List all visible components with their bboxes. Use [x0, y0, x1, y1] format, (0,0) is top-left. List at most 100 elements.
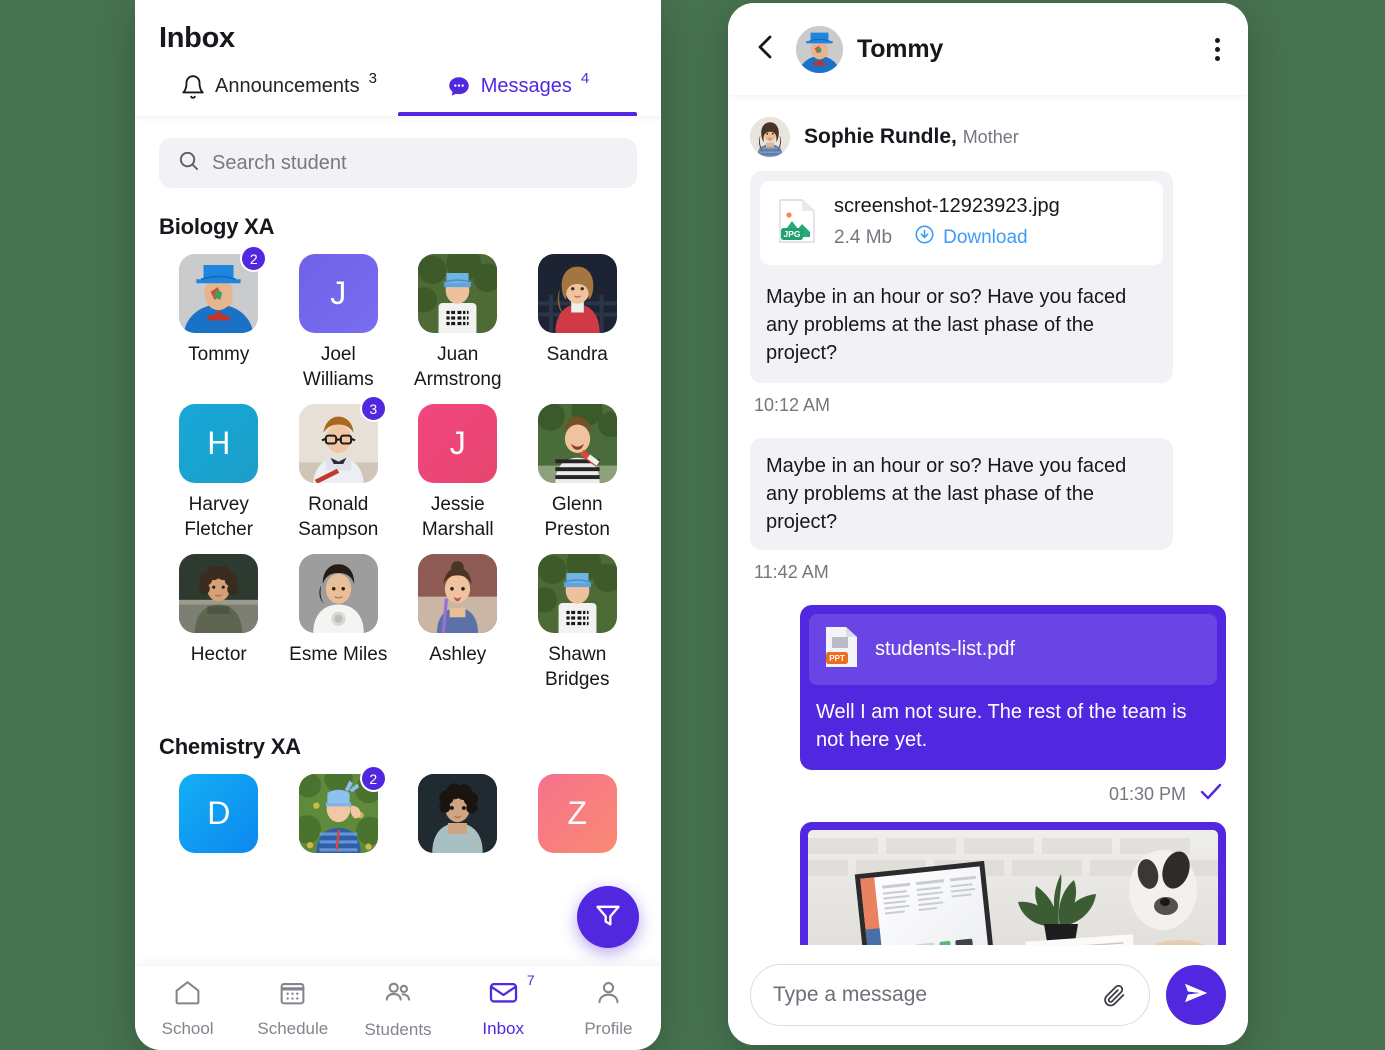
people-icon — [383, 977, 414, 1013]
chat-messages-list: Sophie Rundle, Mother JPG screenshot-129… — [728, 95, 1248, 945]
student-item[interactable]: 3 Ronald Sampson — [279, 395, 399, 542]
student-item[interactable]: Glenn Preston — [518, 404, 638, 542]
student-item[interactable]: Ashley — [398, 554, 518, 692]
jpg-file-icon: JPG — [776, 198, 818, 249]
avatar: D — [179, 774, 259, 853]
download-label: Download — [943, 226, 1028, 248]
svg-text:PPT: PPT — [829, 654, 845, 663]
message-input-wrapper[interactable] — [750, 964, 1150, 1026]
class-section-title: Chemistry XA — [159, 734, 301, 759]
nav-item-profile[interactable]: Profile — [556, 978, 661, 1039]
chat-bubble-icon — [446, 74, 472, 100]
avatar — [537, 554, 617, 633]
file-info: screenshot-12923923.jpg 2.4 Mb Download — [834, 195, 1060, 251]
avatar — [537, 254, 617, 333]
student-name: Jessie Marshall — [421, 494, 494, 540]
student-item[interactable]: Juan Armstrong — [398, 254, 518, 392]
avatar-wrapper — [179, 554, 259, 633]
avatar-wrapper — [537, 554, 617, 633]
filter-fab-button[interactable] — [577, 886, 639, 948]
page-title: Inbox — [159, 22, 235, 54]
avatar-wrapper — [418, 554, 498, 633]
back-button[interactable] — [750, 29, 782, 70]
file-name: screenshot-12923923.jpg — [834, 195, 1060, 217]
tab-label: Announcements — [215, 75, 360, 97]
tab-badge: 4 — [580, 70, 590, 87]
student-item[interactable]: Esme Miles — [279, 554, 399, 692]
laptop-desk-photo — [808, 830, 1218, 945]
nav-label: Inbox — [482, 1018, 524, 1038]
student-item[interactable]: Z — [518, 774, 638, 853]
unread-badge: 3 — [359, 395, 387, 422]
nav-label: Schedule — [257, 1018, 329, 1038]
message-bubble-incoming: JPG screenshot-12923923.jpg 2.4 Mb Downl… — [750, 171, 1173, 383]
envelope-icon: 7 — [488, 972, 535, 1012]
student-item[interactable]: 2 Tommy — [159, 245, 279, 392]
nav-item-school[interactable]: School — [135, 978, 240, 1039]
student-item[interactable]: Hector — [159, 554, 279, 692]
avatar-wrapper — [418, 254, 498, 333]
file-attachment-card[interactable]: PPT students-list.pdf — [809, 614, 1217, 685]
student-item[interactable]: D — [159, 774, 279, 853]
nav-item-inbox[interactable]: 7 Inbox — [451, 972, 556, 1039]
student-item[interactable]: Sandra — [518, 254, 638, 392]
avatar-wrapper — [537, 404, 617, 483]
nav-item-schedule[interactable]: Schedule — [240, 978, 345, 1039]
student-item[interactable]: Shawn Bridges — [518, 554, 638, 692]
avatar — [179, 554, 259, 633]
send-button[interactable] — [1166, 965, 1226, 1025]
ppt-file-icon: PPT — [823, 626, 861, 673]
avatar — [418, 774, 498, 853]
message-bubble-image[interactable] — [800, 822, 1226, 945]
message-bubble-outgoing: PPT students-list.pdf Well I am not sure… — [800, 605, 1226, 770]
nav-item-students[interactable]: Students — [345, 977, 450, 1040]
unread-badge: 2 — [240, 245, 268, 272]
student-item[interactable]: J Jessie Marshall — [398, 404, 518, 542]
bottom-navigation: School Schedule Students 7 Inbox Profile — [135, 966, 661, 1050]
student-grid-chemistry: D 2 Z — [159, 765, 638, 853]
student-item[interactable]: J Joel Williams — [279, 254, 399, 392]
inbox-panel: Inbox Announcements 3 Messages 4 Search … — [135, 0, 661, 1050]
avatar[interactable] — [796, 25, 843, 73]
inbox-header: Inbox Announcements 3 Messages 4 — [135, 0, 661, 116]
svg-text:JPG: JPG — [783, 229, 800, 239]
message-composer — [728, 945, 1248, 1045]
avatar-wrapper — [537, 254, 617, 333]
tab-messages[interactable]: Messages 4 — [398, 70, 637, 116]
chevron-left-icon — [754, 33, 778, 66]
paperclip-icon[interactable] — [1102, 983, 1127, 1008]
student-name: Tommy — [188, 344, 250, 365]
student-item[interactable]: 2 — [279, 765, 399, 853]
message-input[interactable] — [773, 983, 1090, 1007]
avatar-wrapper: H — [179, 404, 259, 483]
search-input[interactable] — [212, 151, 619, 175]
nav-label: Students — [364, 1019, 432, 1039]
avatar: H — [179, 404, 259, 483]
download-button[interactable]: Download — [914, 224, 1028, 251]
avatar-wrapper: 2 — [298, 765, 387, 853]
message-timestamp: 11:42 AM — [754, 562, 829, 582]
file-attachment-card[interactable]: JPG screenshot-12923923.jpg 2.4 Mb Downl… — [760, 181, 1163, 265]
kebab-menu-icon[interactable] — [1209, 32, 1226, 67]
file-meta: 2.4 Mb Download — [834, 224, 1060, 251]
student-name: Esme Miles — [289, 644, 388, 665]
message-sender: Sophie Rundle, Mother — [750, 117, 1226, 157]
home-icon — [173, 978, 202, 1012]
download-circle-icon — [914, 224, 935, 251]
file-name: students-list.pdf — [875, 638, 1016, 660]
student-item[interactable] — [398, 774, 518, 853]
student-item[interactable]: H Harvey Fletcher — [159, 404, 279, 542]
unread-badge: 2 — [359, 765, 387, 792]
tab-announcements[interactable]: Announcements 3 — [159, 71, 398, 116]
nav-badge: 7 — [526, 971, 535, 988]
avatar-wrapper: 3 — [298, 395, 387, 483]
checkmark-icon — [1200, 782, 1222, 806]
chat-contact-name: Tommy — [857, 34, 944, 63]
search-icon — [177, 149, 200, 177]
chat-header: Tommy — [728, 3, 1248, 95]
send-icon — [1181, 978, 1211, 1013]
message-text: Maybe in an hour or so? Have you faced a… — [766, 286, 1127, 364]
search-student-field[interactable] — [159, 138, 637, 188]
avatar: Z — [537, 774, 617, 853]
nav-label: School — [161, 1018, 214, 1038]
